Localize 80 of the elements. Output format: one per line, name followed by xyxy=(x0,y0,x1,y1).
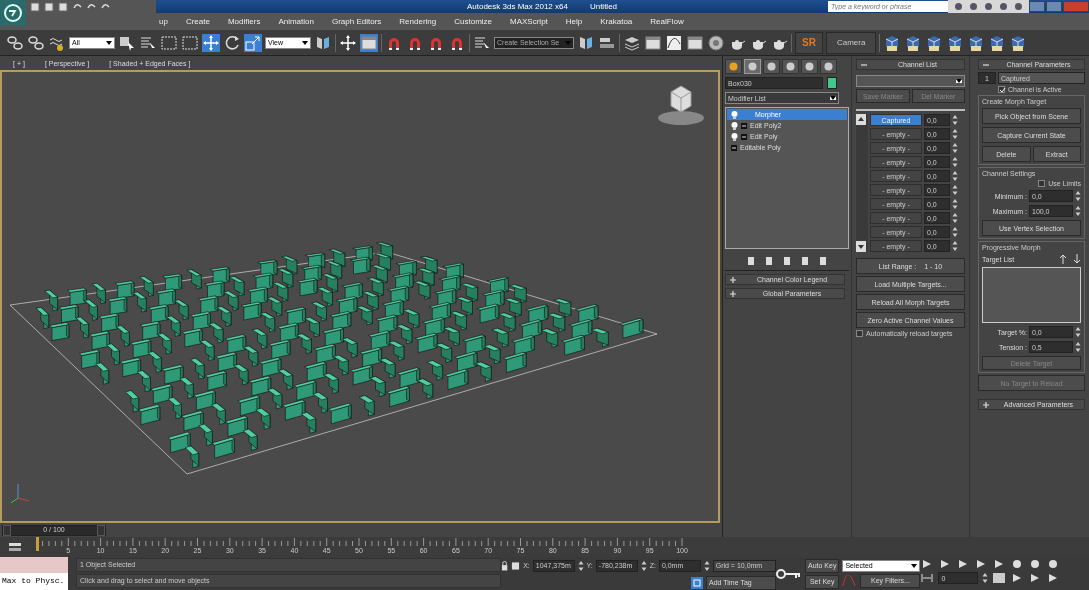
rotate-icon[interactable] xyxy=(223,33,241,52)
spinner-arrows-icon[interactable] xyxy=(952,240,958,252)
spinner-arrows-icon[interactable] xyxy=(1075,326,1081,338)
curve-editor-icon[interactable] xyxy=(665,33,683,52)
maximize-button[interactable] xyxy=(1046,1,1062,12)
menu-item[interactable]: up xyxy=(150,17,177,26)
app-title: Autodesk 3ds Max 2012 x64 xyxy=(466,2,568,11)
panel-tab[interactable] xyxy=(801,59,818,74)
chain-link-icon[interactable] xyxy=(6,33,24,52)
spinner-arrows-icon[interactable] xyxy=(952,184,958,196)
up-arrow-icon[interactable] xyxy=(1059,254,1067,264)
light-bulb-icon[interactable] xyxy=(731,132,738,141)
spinner-arrows-icon[interactable] xyxy=(952,128,958,140)
menu-item[interactable]: Create xyxy=(176,17,219,26)
object-color-swatch[interactable] xyxy=(827,77,837,89)
window-crossing-icon[interactable] xyxy=(181,33,199,52)
marker-dropdown[interactable] xyxy=(856,75,965,87)
spinner-arrows-icon[interactable] xyxy=(952,142,958,154)
spinner-arrows-icon[interactable] xyxy=(952,114,958,126)
spinner-arrows-icon[interactable] xyxy=(703,559,710,572)
menu-item[interactable]: Help xyxy=(556,17,592,26)
spinner-arrows-icon[interactable] xyxy=(952,198,958,210)
checkbox[interactable] xyxy=(1038,180,1046,187)
menu-item[interactable]: MAXScript xyxy=(501,17,557,26)
checkbox[interactable] xyxy=(998,86,1005,93)
caret-icon[interactable] xyxy=(956,79,962,83)
panel-tab[interactable] xyxy=(782,59,799,74)
rectangle-selection-icon[interactable] xyxy=(160,33,178,52)
spinner-arrows-icon[interactable] xyxy=(952,212,958,224)
axis-tripod-icon xyxy=(10,482,30,504)
document-title: Untitled xyxy=(589,2,618,11)
spinner-arrows-icon[interactable] xyxy=(640,559,647,572)
caret-icon[interactable] xyxy=(830,96,836,100)
panel-tab[interactable] xyxy=(763,59,780,74)
menu-item[interactable]: Graph Editors xyxy=(322,17,391,26)
scale-icon[interactable] xyxy=(244,33,262,52)
material-editor-icon[interactable] xyxy=(707,33,725,52)
checkbox[interactable] xyxy=(856,330,863,337)
menu-item[interactable]: RealFlow xyxy=(641,17,693,26)
lock-icon[interactable] xyxy=(501,560,509,571)
key-icon[interactable] xyxy=(776,567,802,580)
listener-output-field[interactable] xyxy=(0,557,68,573)
menu-item[interactable]: Modifiers xyxy=(218,17,270,26)
caret-icon[interactable] xyxy=(302,40,308,45)
spinner-arrows-icon[interactable] xyxy=(952,156,958,168)
spinner-arrows-icon[interactable] xyxy=(952,226,958,238)
move-icon[interactable] xyxy=(202,33,220,52)
minus-box-icon[interactable] xyxy=(731,144,737,151)
spinner-arrows-icon[interactable] xyxy=(982,572,989,584)
spinner-arrows-icon[interactable] xyxy=(1075,341,1081,353)
light-bulb-icon[interactable] xyxy=(731,121,738,130)
sun-icon xyxy=(728,61,739,72)
time-tag-icon[interactable] xyxy=(691,576,703,589)
minus-box-icon[interactable] xyxy=(741,133,747,140)
spinner-arrows-icon[interactable] xyxy=(1075,205,1081,217)
panel-tab[interactable] xyxy=(820,59,837,74)
current-frame-marker[interactable] xyxy=(36,537,39,551)
down-arrow-icon[interactable] xyxy=(1073,254,1081,264)
caret-icon[interactable] xyxy=(911,563,918,568)
minimize-button[interactable] xyxy=(1029,1,1045,12)
panel-tab[interactable] xyxy=(725,59,742,74)
layer-manager-icon[interactable] xyxy=(8,542,22,552)
target-list[interactable] xyxy=(982,267,1081,323)
listener-input-field[interactable]: Max to Physc. xyxy=(0,573,68,590)
menu-item[interactable]: Animation xyxy=(269,17,323,26)
key-mode-toggle-icon[interactable] xyxy=(920,572,935,584)
camera-button[interactable]: Camera xyxy=(825,31,877,54)
channel-scrollbar[interactable] xyxy=(856,114,868,252)
menu-item[interactable]: Customize xyxy=(445,17,502,26)
menu-item[interactable]: Rendering xyxy=(390,17,446,26)
panel-tab[interactable] xyxy=(744,59,761,74)
spinner-arrows-icon[interactable] xyxy=(577,559,584,572)
minus-box-icon[interactable] xyxy=(741,122,747,129)
spinner-arrows-icon[interactable] xyxy=(1075,190,1081,202)
light-bulb-icon[interactable] xyxy=(731,110,738,119)
spinner-arrows-icon[interactable] xyxy=(952,170,958,182)
broken-chain-icon[interactable] xyxy=(27,33,45,52)
app-logo-icon[interactable] xyxy=(3,3,23,23)
menu-item[interactable]: Krakatoa xyxy=(591,17,642,26)
caret-icon[interactable] xyxy=(106,40,112,45)
